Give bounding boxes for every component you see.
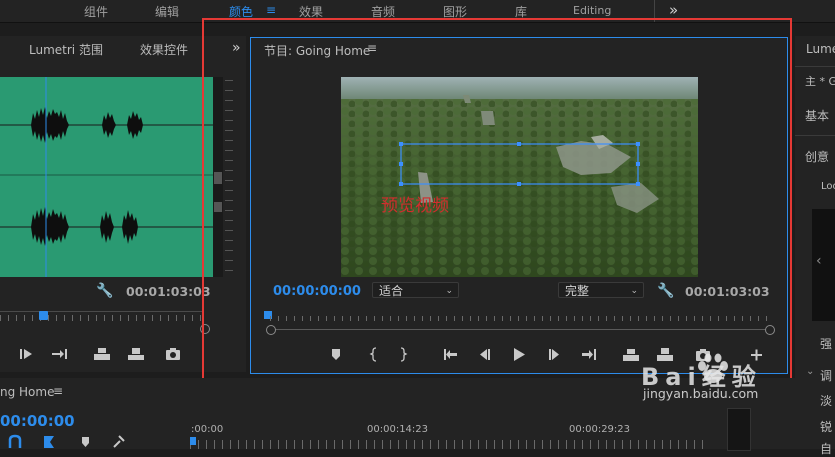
look-preview[interactable]: ‹ bbox=[812, 209, 835, 321]
divider bbox=[795, 135, 835, 136]
workspace-menu-icon[interactable]: ≡ bbox=[266, 3, 276, 17]
wrench-icon[interactable]: 🔧 bbox=[96, 283, 113, 299]
tab-lumetri-scopes[interactable]: Lumetri 范围 bbox=[29, 41, 103, 58]
source-ruler bbox=[0, 315, 204, 321]
workspace-tab-editing-cn[interactable]: 编辑 bbox=[155, 3, 179, 20]
highlight-box bbox=[202, 18, 792, 396]
timeline-tools bbox=[8, 434, 125, 448]
lumetri-section-basic[interactable]: 基本 bbox=[805, 107, 829, 124]
adjust-section-label[interactable]: 调 bbox=[820, 367, 832, 384]
wrench-icon bbox=[113, 435, 125, 448]
timeline-sequence-title[interactable]: ng Home bbox=[0, 385, 54, 399]
panel-menu-icon[interactable]: ≡ bbox=[53, 384, 63, 398]
workspace-tab-editing[interactable]: Editing bbox=[573, 4, 611, 17]
source-playhead[interactable] bbox=[39, 311, 48, 320]
linked-selection-icon bbox=[44, 436, 54, 448]
intensity-label: 强 bbox=[820, 337, 833, 351]
ruler-label-mid: 00:00:14:23 bbox=[367, 424, 429, 435]
insert-icon bbox=[52, 349, 67, 359]
source-scrub-track[interactable] bbox=[0, 311, 204, 312]
tab-effect-controls[interactable]: 效果控件 bbox=[140, 41, 188, 58]
export-frame-icon bbox=[128, 348, 144, 360]
timeline-timecode[interactable]: 00:00:00 bbox=[0, 412, 75, 430]
faded-film-label: 淡 bbox=[820, 394, 833, 408]
audio-waveform-view bbox=[0, 77, 213, 277]
play-icon bbox=[20, 349, 32, 359]
source-transport-bar bbox=[20, 348, 180, 360]
look-label: Loo bbox=[821, 181, 835, 192]
lift-icon bbox=[94, 348, 110, 360]
chevron-down-icon[interactable]: ⌄ bbox=[806, 366, 814, 377]
sharpen-label: 锐 bbox=[820, 420, 833, 434]
more-workspaces-icon[interactable]: » bbox=[669, 1, 678, 19]
divider bbox=[795, 66, 835, 67]
add-marker-icon bbox=[82, 437, 89, 447]
workspace-tab-assembly[interactable]: 组件 bbox=[84, 3, 108, 20]
timeline-ruler bbox=[190, 440, 710, 449]
lumetri-clip-label[interactable]: 主 * G bbox=[805, 73, 835, 89]
source-timecode[interactable]: 00:01:03:03 bbox=[126, 284, 211, 299]
lumetri-section-creative[interactable]: 创意 bbox=[805, 148, 829, 165]
audio-meter bbox=[727, 408, 751, 451]
lumetri-panel-title[interactable]: Lume bbox=[806, 42, 835, 56]
watermark-url: jingyan.baidu.com bbox=[643, 386, 759, 401]
timeline-playhead[interactable] bbox=[190, 437, 196, 445]
camera-icon bbox=[166, 348, 180, 360]
watermark: Bai经验 jingyan.baidu.com bbox=[641, 348, 791, 403]
snap-icon bbox=[8, 434, 22, 448]
ruler-label-end: 00:00:29:23 bbox=[569, 424, 631, 435]
ruler-label-start: :00:00 bbox=[191, 424, 224, 435]
audio-waveform bbox=[0, 77, 213, 277]
chevron-left-icon[interactable]: ‹ bbox=[816, 253, 822, 269]
